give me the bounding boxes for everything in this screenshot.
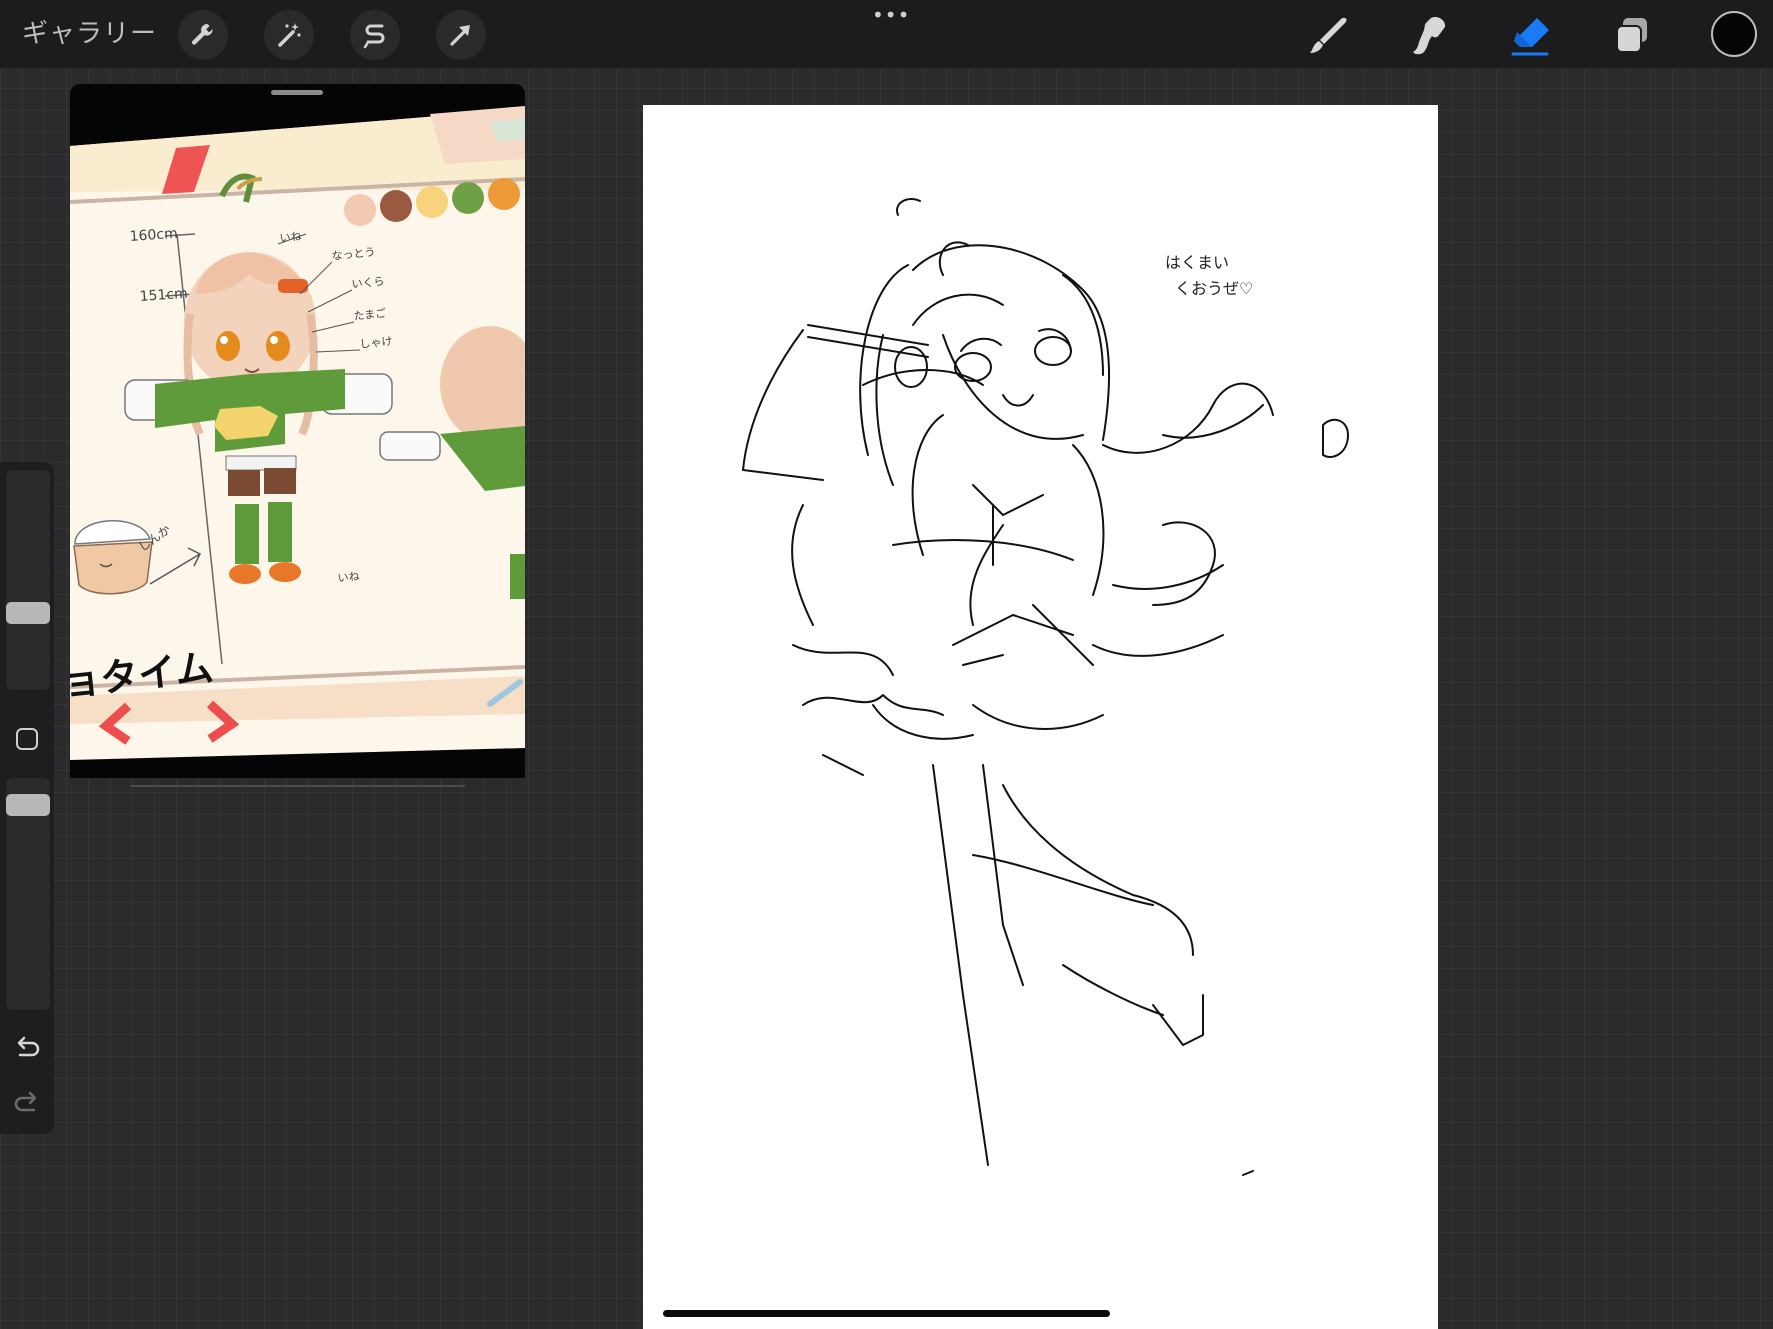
undo-icon[interactable] [12, 1032, 42, 1062]
canvas-note-line1: はくまい [1165, 253, 1229, 272]
home-indicator[interactable] [663, 1310, 1110, 1317]
reference-window[interactable]: 160cm 151cm いね なっとう いくら たまご しゃけ しんか いね ョ… [70, 84, 525, 778]
layers-icon [1616, 18, 1647, 53]
smudge-button[interactable] [1403, 10, 1455, 62]
actions-button[interactable] [178, 10, 228, 60]
eraser-button[interactable] [1505, 10, 1557, 62]
layers-button[interactable] [1606, 10, 1658, 62]
transform-arrow-icon [450, 25, 470, 46]
height-label-151: 151cm [139, 286, 188, 305]
color-picker-button[interactable] [1711, 11, 1757, 57]
magic-wand-icon [278, 23, 301, 47]
smudge-icon [1413, 17, 1446, 55]
palette-dot [452, 182, 484, 214]
palette-dot [380, 190, 412, 222]
brush-button[interactable] [1302, 10, 1354, 62]
selection-button[interactable] [350, 10, 400, 60]
transform-button[interactable] [436, 10, 486, 60]
brush-size-slider[interactable] [6, 470, 50, 690]
reference-image: 160cm 151cm いね なっとう いくら たまご しゃけ しんか いね ョ… [70, 106, 525, 760]
note-ine-bottom: いね [337, 570, 360, 585]
height-label-160: 160cm [129, 226, 178, 245]
selection-icon [363, 24, 385, 49]
palette-dot [416, 186, 448, 218]
more-options-button[interactable]: ••• [872, 5, 909, 25]
opacity-thumb[interactable] [6, 794, 50, 816]
modify-button[interactable] [16, 728, 38, 750]
canvas-note-line2: くおうぜ♡ [1175, 279, 1253, 298]
drawing-canvas[interactable]: はくまい くおうぜ♡ [643, 105, 1438, 1329]
brush-icon [1310, 17, 1347, 53]
palette-dot [488, 178, 520, 210]
top-toolbar: ギャラリー ••• [0, 0, 1773, 68]
palette-dot [344, 194, 376, 226]
eraser-icon [1511, 18, 1549, 56]
reference-resize-bar[interactable] [130, 785, 465, 787]
wrench-icon [191, 24, 213, 45]
brush-size-thumb[interactable] [6, 602, 50, 624]
redo-icon[interactable] [12, 1087, 42, 1117]
sketch-drawing: はくまい くおうぜ♡ [742, 197, 1349, 1176]
gallery-button[interactable]: ギャラリー [22, 14, 157, 54]
adjustments-button[interactable] [264, 10, 314, 60]
